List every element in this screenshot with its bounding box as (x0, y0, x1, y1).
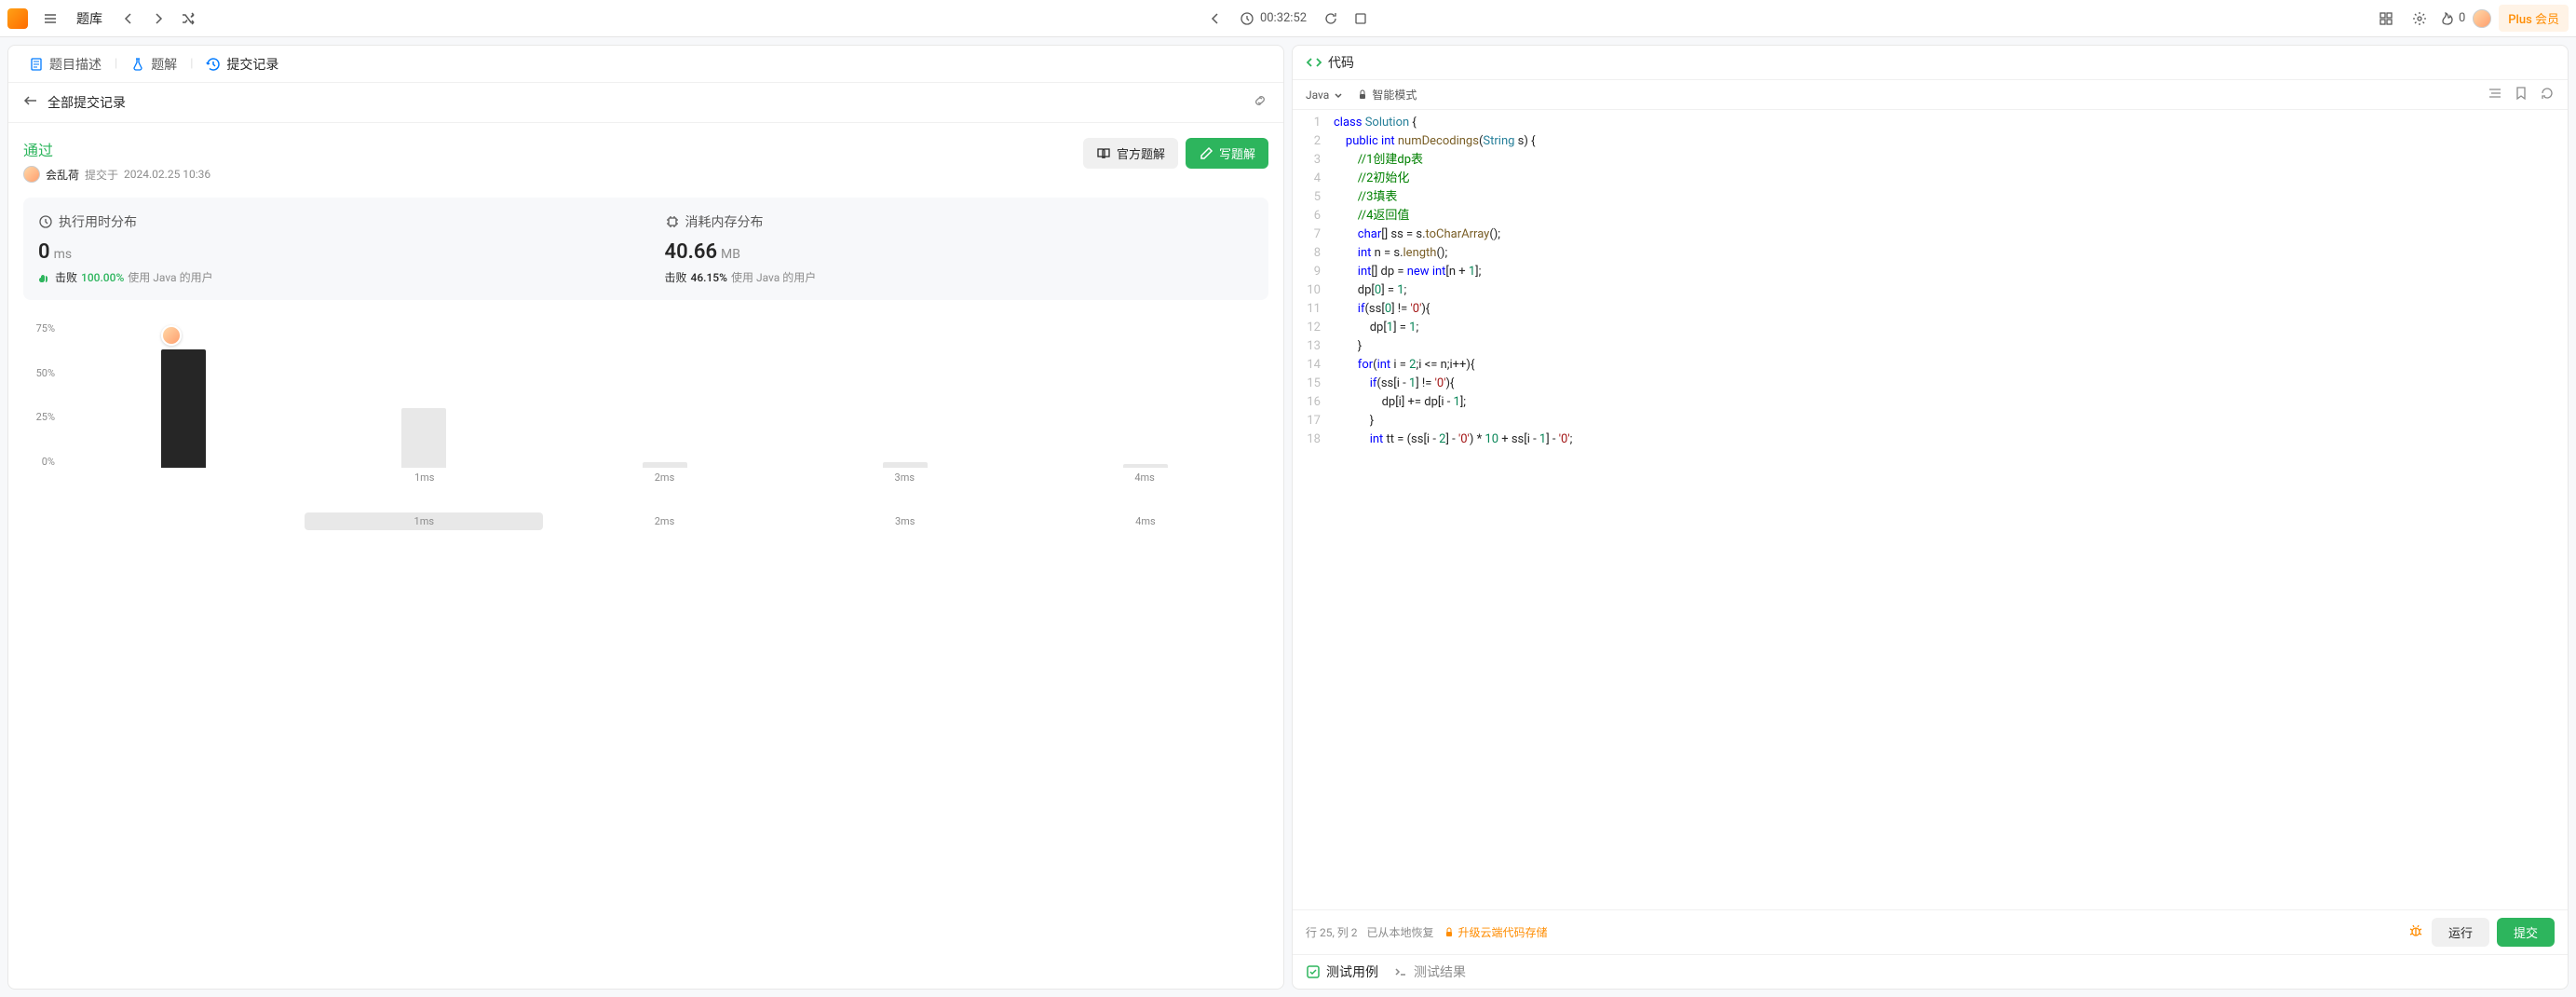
code-title: 代码 (1306, 53, 1354, 72)
plus-badge[interactable]: Plus 会员 (2499, 5, 2569, 32)
sidebar-toggle-icon[interactable] (37, 6, 63, 32)
runtime-chart: 75%50%25%0% 1ms2ms3ms4ms 1ms2ms3ms4ms (23, 315, 1268, 538)
tab-test-results[interactable]: 测试结果 (1393, 963, 1466, 981)
back-arrow-icon[interactable] (23, 93, 38, 112)
lock-icon (1357, 89, 1368, 101)
smart-mode[interactable]: 智能模式 (1357, 87, 1417, 102)
timer-value: 00:32:52 (1260, 11, 1307, 25)
right-pane: 代码 Java 智能模式 1class Solution {2 public i… (1292, 45, 2569, 990)
format-icon[interactable] (2488, 86, 2502, 103)
terminal-icon (1393, 964, 1408, 979)
document-icon (29, 57, 44, 72)
memory-beat-pct: 46.15% (691, 271, 727, 284)
link-icon[interactable] (1252, 92, 1268, 113)
runtime-using: 使用 Java 的用户 (128, 269, 212, 285)
submitted-time: 2024.02.25 10:36 (124, 168, 210, 181)
left-tabs: 题目描述 | 题解 | 提交记录 (8, 46, 1283, 83)
clap-icon (38, 271, 51, 284)
restored-label: 已从本地恢复 (1367, 924, 1434, 940)
notes-icon[interactable] (1348, 6, 1374, 32)
cloud-upgrade-link[interactable]: 升级云端代码存储 (1444, 924, 1548, 940)
all-submissions-label: 全部提交记录 (47, 93, 126, 112)
settings-icon[interactable] (2407, 6, 2433, 32)
left-pane: 题目描述 | 题解 | 提交记录 全部提交记录 通过 (7, 45, 1284, 990)
clock-icon (38, 214, 53, 229)
timer-reset-icon[interactable] (1318, 6, 1344, 32)
write-solution-button[interactable]: 写题解 (1186, 138, 1268, 169)
submit-button[interactable]: 提交 (2497, 918, 2555, 947)
grid-icon[interactable] (2373, 6, 2399, 32)
book-icon (1096, 146, 1111, 161)
flask-icon (130, 57, 145, 72)
next-icon[interactable] (145, 6, 171, 32)
edit-icon (1199, 146, 1213, 161)
shuffle-icon[interactable] (175, 6, 201, 32)
tab-submissions[interactable]: 提交记录 (197, 49, 288, 79)
memory-icon (665, 214, 680, 229)
memory-using: 使用 Java 的用户 (731, 269, 816, 285)
official-solution-button[interactable]: 官方题解 (1083, 138, 1178, 169)
chevron-down-icon (1333, 89, 1344, 101)
timer-prev-icon[interactable] (1202, 6, 1228, 32)
history-icon (206, 57, 221, 72)
streak-count: 0 (2459, 11, 2465, 25)
memory-beat-label: 击败 (665, 269, 687, 285)
bookmark-icon[interactable] (2514, 86, 2529, 103)
runtime-title: 执行用时分布 (59, 212, 137, 231)
memory-title: 消耗内存分布 (685, 212, 764, 231)
prev-icon[interactable] (115, 6, 142, 32)
lock-icon (1444, 927, 1455, 938)
bug-icon[interactable] (2407, 922, 2424, 942)
cursor-info: 行 25, 列 2 (1306, 924, 1358, 940)
fire-icon (2440, 11, 2455, 26)
language-select[interactable]: Java (1306, 89, 1344, 102)
runtime-value: 0 (38, 240, 50, 264)
stats-card: 执行用时分布 0ms 击败 100.00% 使用 Java 的用户 消耗内存分布 (23, 198, 1268, 300)
runtime-beat-label: 击败 (55, 269, 77, 285)
status-label: 通过 (23, 138, 210, 160)
topbar: 题库 00:32:52 0 Plus 会员 (0, 0, 2576, 37)
logo[interactable] (7, 8, 28, 29)
submitted-prefix: 提交于 (85, 167, 118, 183)
streak-badge[interactable]: 0 (2440, 11, 2465, 26)
check-square-icon (1306, 964, 1321, 979)
problems-link[interactable]: 题库 (67, 9, 112, 28)
username: 会乱荷 (46, 167, 79, 183)
user-avatar[interactable] (2473, 9, 2491, 28)
code-editor[interactable]: 1class Solution {2 public int numDecodin… (1293, 110, 2568, 909)
reset-icon[interactable] (2540, 86, 2555, 103)
runtime-beat-pct: 100.00% (81, 271, 124, 284)
timer[interactable]: 00:32:52 (1232, 11, 1314, 26)
tab-testcases[interactable]: 测试用例 (1306, 963, 1378, 981)
memory-value: 40.66 (665, 240, 718, 264)
run-button[interactable]: 运行 (2432, 918, 2489, 947)
tab-description[interactable]: 题目描述 (20, 49, 111, 79)
submitter-avatar (23, 166, 40, 183)
code-icon (1306, 54, 1322, 71)
tab-solutions[interactable]: 题解 (121, 49, 186, 79)
